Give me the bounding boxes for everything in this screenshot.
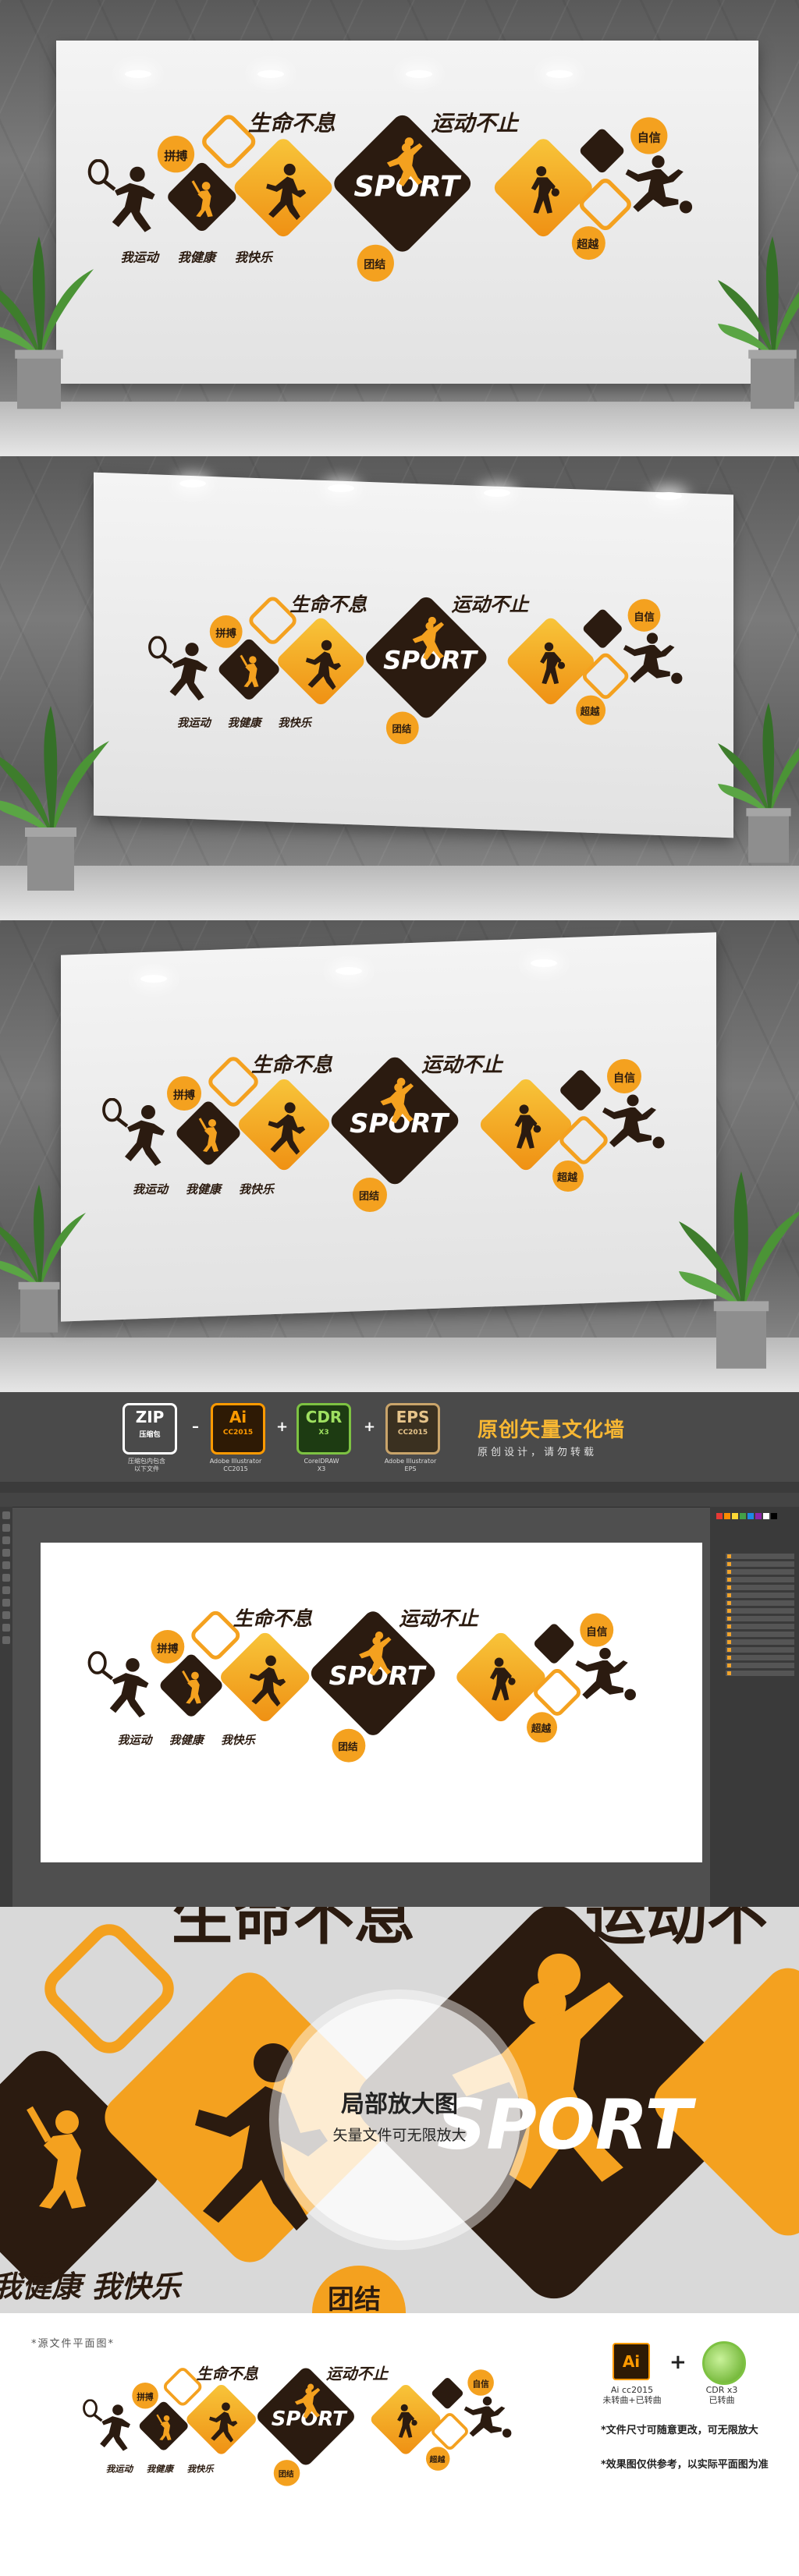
cdr-caption: CorelDRAW X3 bbox=[304, 1458, 339, 1472]
plant-right bbox=[718, 703, 799, 863]
eps-badge: EPS CC2015 bbox=[385, 1403, 440, 1455]
cdr-badge: CDR X3 bbox=[297, 1403, 351, 1455]
note-reference: *效果图仅供参考，以实际平面图为准 bbox=[601, 2459, 769, 2471]
zip-caption: 压缩包内包含 以下文件 bbox=[128, 1458, 165, 1472]
ai-label: Ai cc2015 未转曲+已转曲 bbox=[602, 2385, 662, 2405]
eraser-tool-icon[interactable] bbox=[2, 1574, 10, 1582]
editor-screenshot bbox=[0, 1482, 799, 1907]
mockup-scene-3 bbox=[0, 920, 799, 1392]
text-tool-icon[interactable] bbox=[2, 1599, 10, 1607]
select-tool-icon[interactable] bbox=[2, 1524, 10, 1532]
svg-text:团结: 团结 bbox=[328, 2284, 381, 2313]
zoom-subtitle: 矢量文件可无限放大 bbox=[332, 2127, 467, 2144]
plant-right bbox=[679, 1171, 799, 1369]
svg-text:生命不息: 生命不息 bbox=[172, 1907, 415, 1953]
layers-panel[interactable] bbox=[710, 1507, 799, 1907]
hand-tool-icon[interactable] bbox=[2, 1624, 10, 1632]
plant-right bbox=[718, 236, 799, 409]
zoom-label-circle: 局部放大图 矢量文件可无限放大 bbox=[279, 1999, 520, 2241]
file-format-banner: ZIP 压缩包 压缩包内包含 以下文件 – Ai CC2015 Adobe Illus… bbox=[0, 1392, 799, 1482]
brush-tool-icon[interactable] bbox=[2, 1561, 10, 1569]
zoom-detail: 生命不息 运动不 SPORT 我健康 我快乐 团结 局部放大图 矢量文件可无限放… bbox=[0, 1907, 799, 2313]
cdr-label: CDR x3 已转曲 bbox=[705, 2385, 738, 2405]
plant-left bbox=[0, 236, 94, 409]
source-plan: *源文件平面图* Ai + Ai cc2015 未转曲+已转曲 CDR x3 已转曲… bbox=[0, 2313, 799, 2576]
mockup-scene-1 bbox=[0, 0, 799, 456]
menu-bar[interactable] bbox=[0, 1482, 799, 1493]
zip-badge: ZIP 压缩包 bbox=[123, 1403, 177, 1455]
ai-app-icon: Ai bbox=[613, 2343, 650, 2380]
svg-text:运动不: 运动不 bbox=[585, 1907, 768, 1953]
lasso-tool-icon[interactable] bbox=[2, 1536, 10, 1544]
crop-tool-icon[interactable] bbox=[2, 1549, 10, 1557]
plant-left bbox=[0, 1185, 86, 1333]
artboard[interactable] bbox=[41, 1543, 702, 1862]
ai-caption: Adobe Illustrator CC2015 bbox=[209, 1458, 262, 1472]
zoom-tool-icon[interactable] bbox=[2, 1636, 10, 1644]
banner-subtitle: 原创设计，请勿转载 bbox=[478, 1447, 598, 1458]
note-resize: *文件尺寸可随意更改，可无限放大 bbox=[601, 2425, 758, 2436]
plant-left bbox=[0, 706, 109, 891]
svg-text:我健康 我快乐: 我健康 我快乐 bbox=[0, 2270, 183, 2304]
mockup-scene-2 bbox=[0, 456, 799, 920]
options-bar[interactable] bbox=[0, 1493, 799, 1508]
ai-badge: Ai CC2015 bbox=[211, 1403, 265, 1455]
cdr-app-icon bbox=[702, 2341, 746, 2385]
wall-design bbox=[70, 2344, 546, 2516]
tool-panel[interactable] bbox=[0, 1507, 12, 1907]
wall-design bbox=[133, 573, 726, 776]
zoom-title: 局部放大图 bbox=[341, 2091, 458, 2118]
pen-tool-icon[interactable] bbox=[2, 1586, 10, 1594]
move-tool-icon[interactable] bbox=[2, 1511, 10, 1519]
wall-design bbox=[86, 1022, 710, 1256]
wall-design bbox=[72, 1589, 680, 1792]
wall-design bbox=[70, 86, 741, 320]
eps-caption: Adobe Illustrator EPS bbox=[384, 1458, 437, 1472]
shape-tool-icon[interactable] bbox=[2, 1611, 10, 1619]
banner-title: 原创矢量文化墙 bbox=[478, 1419, 626, 1442]
